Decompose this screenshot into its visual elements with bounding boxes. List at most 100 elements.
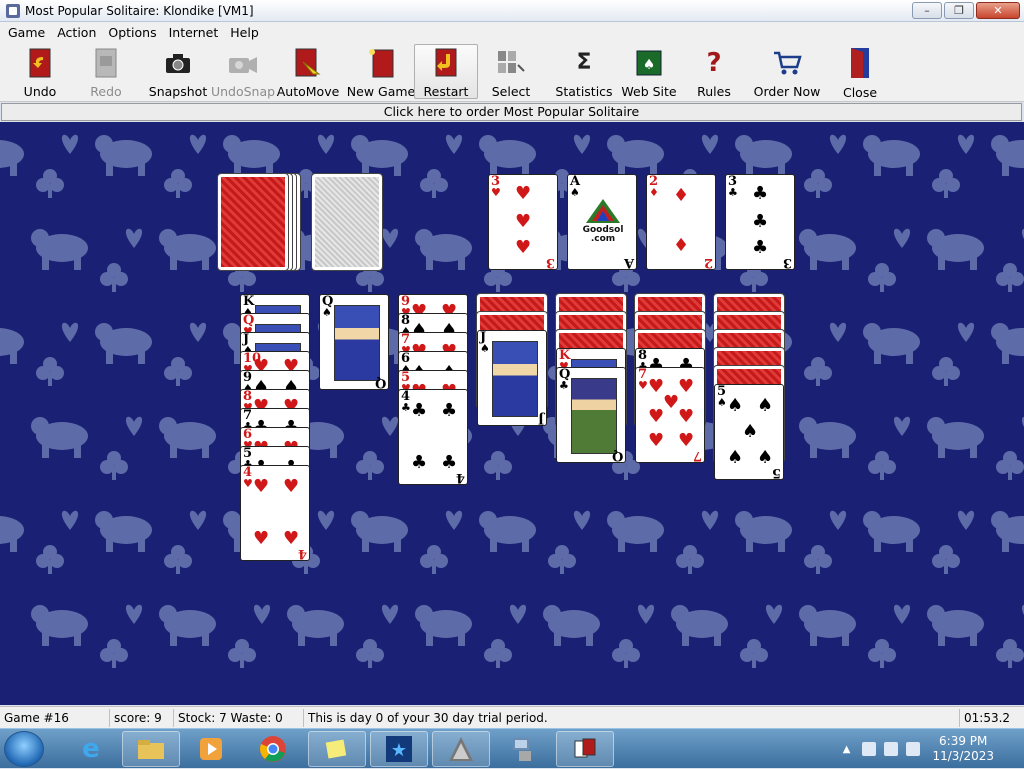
card-rank-corner: 3 xyxy=(545,255,555,270)
cart-icon xyxy=(771,47,803,78)
card-suit: ♣ xyxy=(401,401,411,414)
card-pip: ♥ xyxy=(678,406,695,427)
card-pip: ♥ xyxy=(283,528,300,549)
foundation-pile-3[interactable]: 2 ♦ ♦ ♦ 2 xyxy=(646,174,716,270)
tableau-card[interactable]: Q ♣ Q xyxy=(556,367,626,463)
card-rank-corner: 5 xyxy=(771,465,781,480)
card-rank-corner: 4 xyxy=(455,470,465,485)
stock-waste-count: Stock: 7 Waste: 0 xyxy=(174,708,304,727)
snapshot-button[interactable]: Snapshot xyxy=(148,44,208,99)
card-pip: ♣ xyxy=(752,211,769,232)
volume-icon[interactable] xyxy=(906,742,921,756)
title-bar: Most Popular Solitaire: Klondike [VM1] –… xyxy=(0,0,1024,22)
explorer-icon[interactable] xyxy=(122,731,180,767)
foundation-pile-1[interactable]: 3 ♥ ♥ ♥ ♥ 3 xyxy=(488,174,558,270)
rules-button[interactable]: ? Rules xyxy=(690,44,738,100)
card-pip: ♠ xyxy=(727,447,744,468)
svg-text:♠: ♠ xyxy=(643,57,656,73)
card-pip: ♠ xyxy=(757,447,774,468)
chrome-icon[interactable] xyxy=(244,731,302,767)
star-app-icon[interactable]: ★ xyxy=(370,731,428,767)
undo-icon xyxy=(24,47,56,78)
ie-icon[interactable]: e xyxy=(62,731,120,767)
waste-pile[interactable] xyxy=(311,173,383,271)
card-pip: ♣ xyxy=(752,183,769,204)
card-rank-corner: 4 xyxy=(297,546,307,561)
card-pip: ♥ xyxy=(648,430,665,451)
new-game-button[interactable]: New Game xyxy=(347,44,415,99)
undo-button[interactable]: Undo xyxy=(14,44,66,99)
game-table: 3♥♥♥♥3A♠Goodsol .comA2♦♦♦23♣♣♣♣3 K♠KQ♥QJ… xyxy=(0,122,1024,705)
automove-icon xyxy=(292,47,324,78)
card-suit: ♥ xyxy=(491,186,501,199)
card-pip: ♠ xyxy=(727,395,744,416)
system-tray: ▲ 6:39 PM 11/3/2023 xyxy=(843,729,1024,769)
card-pip: ♥ xyxy=(663,392,680,413)
start-button[interactable] xyxy=(4,731,44,767)
tableau-card[interactable]: 7♥♥♥♥♥♥♥♥7 xyxy=(635,367,705,463)
menu-game[interactable]: Game xyxy=(2,25,51,40)
face-card-portrait xyxy=(334,305,380,381)
website-icon: ♠ xyxy=(633,47,665,78)
select-icon xyxy=(495,47,527,78)
menu-options[interactable]: Options xyxy=(102,25,162,40)
show-hidden-icons-icon[interactable]: ▲ xyxy=(843,744,851,755)
cards-app-icon[interactable] xyxy=(556,731,614,767)
toolbar: Undo Redo Snapshot UndoSnap AutoMove New… xyxy=(0,42,1024,102)
card-pip: ♣ xyxy=(441,400,458,421)
tableau-card[interactable]: J♠J xyxy=(477,330,547,426)
card-pip: ♠ xyxy=(757,395,774,416)
network-app-icon[interactable] xyxy=(494,731,552,767)
card-pip: ♥ xyxy=(253,476,270,497)
trial-notice: This is day 0 of your 30 day trial perio… xyxy=(304,708,960,727)
card-suit: ♥ xyxy=(243,477,253,490)
question-icon: ? xyxy=(706,47,722,78)
maximize-button[interactable]: ❐ xyxy=(944,2,974,19)
select-button[interactable]: Select xyxy=(484,44,538,99)
face-card-portrait xyxy=(492,341,538,417)
redo-button[interactable]: Redo xyxy=(80,44,132,99)
order-banner[interactable]: Click here to order Most Popular Solitai… xyxy=(1,103,1022,121)
card-pip: ♦ xyxy=(673,185,690,206)
foundation-pile-4[interactable]: 3 ♣ ♣ ♣ ♣ 3 xyxy=(725,174,795,270)
menu-internet[interactable]: Internet xyxy=(163,25,225,40)
sticky-notes-icon[interactable] xyxy=(308,731,366,767)
tableau-card[interactable]: 5 ♠ ♠ ♠ ♠ ♠ ♠ 5 xyxy=(714,384,784,480)
camera-disabled-icon xyxy=(227,47,259,78)
card-rank-corner: 7 xyxy=(692,448,702,463)
media-player-icon[interactable] xyxy=(182,731,240,767)
website-button[interactable]: ♠ Web Site xyxy=(620,44,678,99)
network-icon[interactable] xyxy=(884,742,899,756)
card-rank-corner: 3 xyxy=(782,255,792,270)
tableau-card[interactable]: 4 ♥ ♥ ♥ ♥ ♥ 4 xyxy=(240,465,310,561)
solitaire-taskbar-icon[interactable] xyxy=(432,731,490,767)
clock[interactable]: 6:39 PM 11/3/2023 xyxy=(932,734,994,764)
card-rank-corner: 2 xyxy=(703,255,713,270)
menu-help[interactable]: Help xyxy=(224,25,265,40)
card-pip: ♣ xyxy=(441,452,458,473)
card-suit: ♣ xyxy=(559,379,569,392)
camera-icon xyxy=(162,47,194,78)
statistics-button[interactable]: Σ Statistics xyxy=(554,44,614,99)
svg-text:★: ★ xyxy=(391,740,407,761)
undosnap-button[interactable]: UndoSnap xyxy=(211,44,275,99)
card-pip: ♥ xyxy=(678,430,695,451)
close-button[interactable]: Close xyxy=(834,44,886,100)
redo-icon xyxy=(90,47,122,78)
minimize-button[interactable]: – xyxy=(912,2,942,19)
tableau-card[interactable]: 4 ♣ ♣ ♣ ♣ ♣ 4 xyxy=(398,389,468,485)
menu-bar: Game Action Options Internet Help xyxy=(0,22,1024,42)
restart-button[interactable]: Restart xyxy=(414,44,478,99)
app-icon xyxy=(6,3,20,18)
window-title: Most Popular Solitaire: Klondike [VM1] xyxy=(25,3,254,18)
menu-action[interactable]: Action xyxy=(51,25,102,40)
card-pip: ♦ xyxy=(673,235,690,256)
tableau-card[interactable]: Q ♠ Q xyxy=(319,294,389,390)
flag-icon[interactable] xyxy=(862,742,877,756)
automove-button[interactable]: AutoMove xyxy=(277,44,339,99)
foundation-pile-2[interactable]: A ♠ Goodsol .com A xyxy=(567,174,637,270)
new-game-icon xyxy=(365,47,397,78)
close-window-button[interactable]: ✕ xyxy=(976,2,1020,19)
order-now-button[interactable]: Order Now xyxy=(752,44,822,99)
card-pip: ♥ xyxy=(253,528,270,549)
